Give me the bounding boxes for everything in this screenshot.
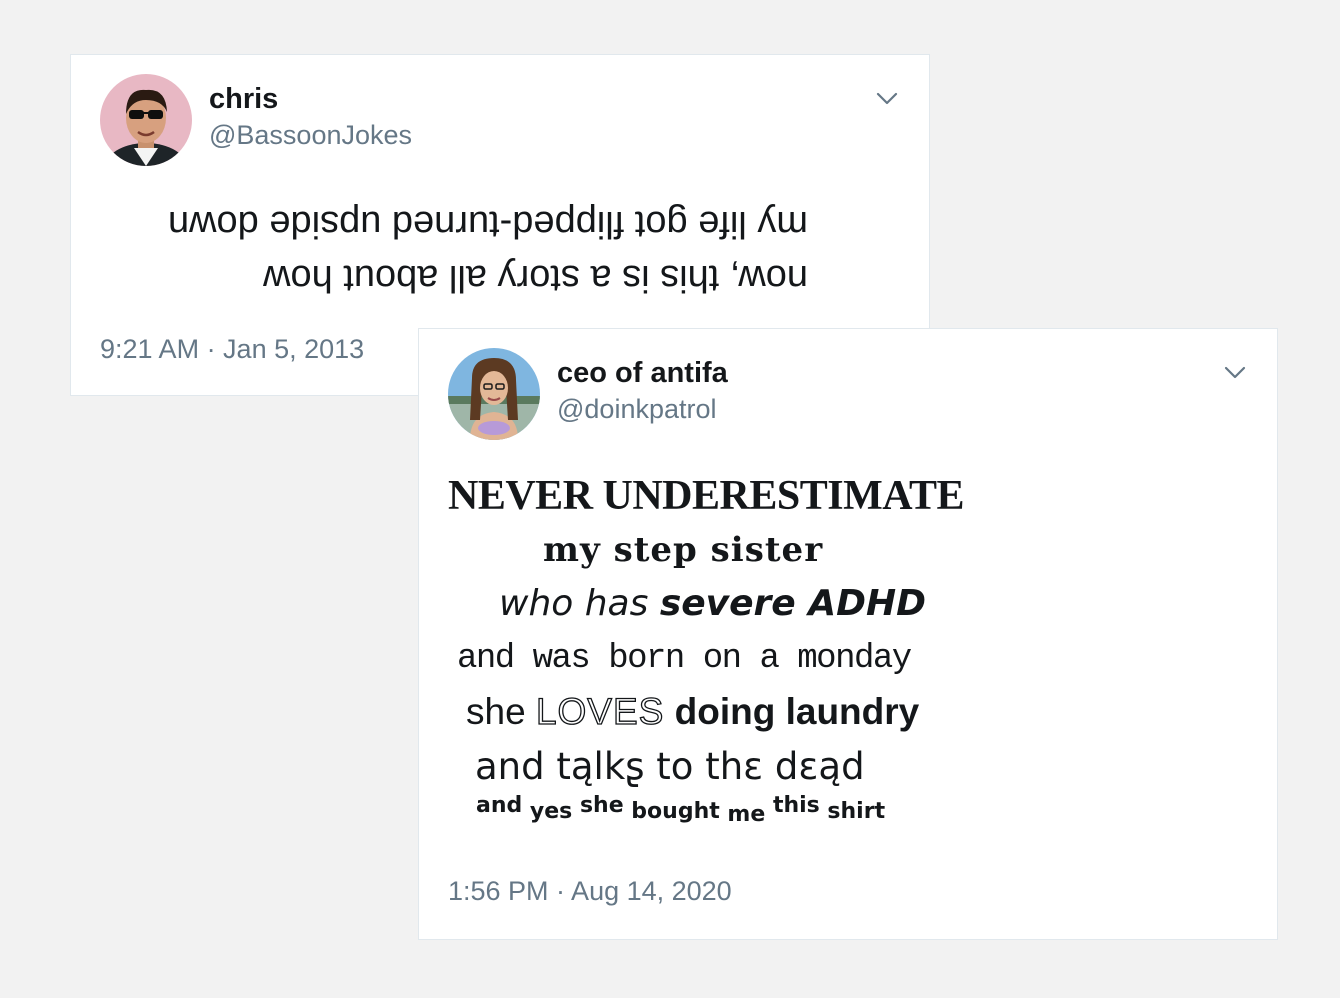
text-segment: and xyxy=(476,793,523,818)
tweet-text-line: and yes she bought me this shirt xyxy=(476,793,886,827)
tweet-text-line: who has severe ADHD xyxy=(499,583,926,624)
username-handle[interactable]: @BassoonJokes xyxy=(209,120,412,151)
text-segment: who has xyxy=(499,583,660,624)
tweet-text-line: NEVER UNDERESTIMATE xyxy=(448,473,964,519)
text-segment: shirt xyxy=(819,799,886,824)
text-segment: me xyxy=(719,802,773,827)
tweet-text-line: she LOVES doing laundry xyxy=(466,690,920,733)
avatar-image xyxy=(448,348,540,440)
tweet-text-line: and was born on a monday xyxy=(457,640,912,678)
tweet-text: now, this is a story all about how my li… xyxy=(100,197,808,305)
tweet-text-line: and tąlkʂ to thɛ dɛąd xyxy=(475,745,865,788)
text-segment-outline: LOVES xyxy=(535,690,665,732)
display-name[interactable]: ceo of antifa xyxy=(557,357,728,390)
tweet-card[interactable]: ceo of antifa @doinkpatrol NEVER UNDERES… xyxy=(418,328,1278,940)
display-name[interactable]: chris xyxy=(209,83,278,116)
text-segment-bold: doing laundry xyxy=(664,691,920,732)
text-segment: this xyxy=(772,793,820,818)
tweet-text-line: now, this is a story all about how xyxy=(263,257,808,299)
avatar-image xyxy=(100,74,192,166)
tweet-text-line: my life got flipped-turned upside down xyxy=(167,203,808,245)
tweet-timestamp[interactable]: 1:56 PM · Aug 14, 2020 xyxy=(448,876,732,907)
avatar[interactable] xyxy=(100,74,192,166)
chevron-down-icon[interactable] xyxy=(874,85,900,111)
text-segment: yes xyxy=(522,799,580,824)
tweet-text-line: my step sister xyxy=(543,530,824,570)
text-segment: she xyxy=(579,793,624,818)
chevron-down-icon[interactable] xyxy=(1222,359,1248,385)
avatar[interactable] xyxy=(448,348,540,440)
text-segment: she xyxy=(466,691,536,732)
tweet-timestamp[interactable]: 9:21 AM · Jan 5, 2013 xyxy=(100,334,364,365)
text-segment: bought xyxy=(623,799,720,824)
username-handle[interactable]: @doinkpatrol xyxy=(557,394,717,425)
text-segment-bold: severe ADHD xyxy=(659,583,926,624)
